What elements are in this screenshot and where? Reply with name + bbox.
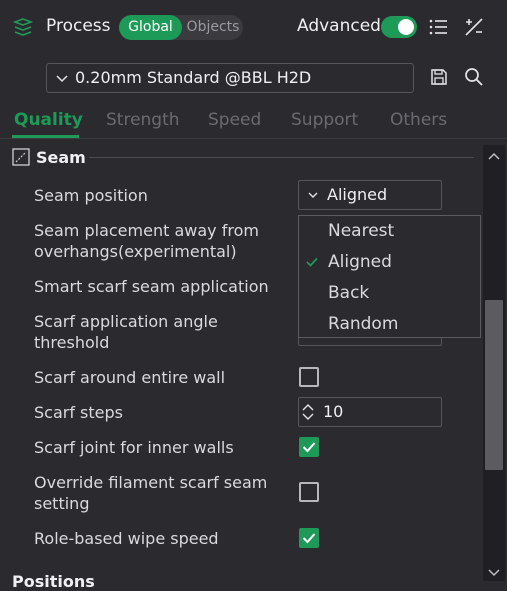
option-label: Back [328,283,370,303]
search-icon[interactable] [463,66,485,88]
check-icon [306,257,318,267]
override-filament-label-line2: setting [34,494,90,513]
scrollbar-thumb[interactable] [485,300,503,470]
preset-value: 0.20mm Standard @BBL H2D [75,68,312,87]
advanced-toggle[interactable] [381,16,417,38]
scarf-entire-wall-checkbox[interactable] [299,367,319,387]
dropdown-option[interactable]: Random [299,309,480,340]
tab-support[interactable]: Support [291,110,358,130]
option-label: Random [328,314,399,334]
seam-position-value: Aligned [327,185,388,204]
mode-switch: Global Objects [119,15,243,40]
tab-divider [0,138,507,139]
tab-quality[interactable]: Quality [14,110,83,130]
option-label: Aligned [328,252,392,272]
seam-placement-label-line2: overhangs(experimental) [34,242,237,261]
section-divider [89,157,474,158]
toggle-knob [398,19,414,35]
seam-position-select[interactable]: Aligned [298,180,442,210]
scarf-angle-label-line1: Scarf application angle [34,312,218,331]
smart-scarf-label: Smart scarf seam application [34,277,269,296]
save-icon[interactable] [429,67,449,87]
mode-objects-button[interactable]: Objects [183,15,243,40]
scarf-steps-spinner[interactable]: 10 [298,397,442,427]
list-icon[interactable] [428,17,448,37]
option-label: Nearest [328,221,395,241]
tab-speed[interactable]: Speed [208,110,261,130]
chevron-down-icon [308,192,318,198]
role-wipe-speed-checkbox[interactable] [299,528,319,548]
seam-icon [12,148,30,166]
compare-icon[interactable] [462,15,486,39]
scarf-inner-walls-checkbox[interactable] [299,437,319,457]
panel-title: Process [46,16,111,36]
dropdown-option[interactable]: Back [299,278,480,309]
scroll-down-icon[interactable] [488,568,500,578]
mode-global-button[interactable]: Global [119,15,182,40]
dropdown-option[interactable]: Nearest [299,216,480,247]
tab-others[interactable]: Others [390,110,447,130]
seam-position-dropdown: Nearest Aligned Back Random [298,215,481,338]
scarf-steps-label: Scarf steps [34,403,123,422]
scarf-steps-value: 10 [323,402,344,421]
layers-icon [12,18,34,36]
override-filament-label-line1: Override filament scarf seam [34,473,268,492]
spinner-arrows-icon[interactable] [301,401,315,423]
scarf-inner-walls-label: Scarf joint for inner walls [34,438,234,457]
scarf-entire-wall-label: Scarf around entire wall [34,368,226,387]
next-section-title: Positions [12,572,95,591]
seam-position-label: Seam position [34,186,148,205]
advanced-label: Advanced [297,16,381,36]
role-wipe-speed-label: Role-based wipe speed [34,529,219,548]
override-filament-checkbox[interactable] [299,482,319,502]
section-title: Seam [36,148,86,167]
preset-select[interactable]: 0.20mm Standard @BBL H2D [46,63,414,93]
chevron-down-icon [56,75,68,83]
dropdown-option-selected[interactable]: Aligned [299,247,480,278]
scarf-angle-label-line2: threshold [34,333,110,352]
seam-placement-label-line1: Seam placement away from [34,221,259,240]
tab-strength[interactable]: Strength [106,110,180,130]
scroll-up-icon[interactable] [488,151,500,161]
